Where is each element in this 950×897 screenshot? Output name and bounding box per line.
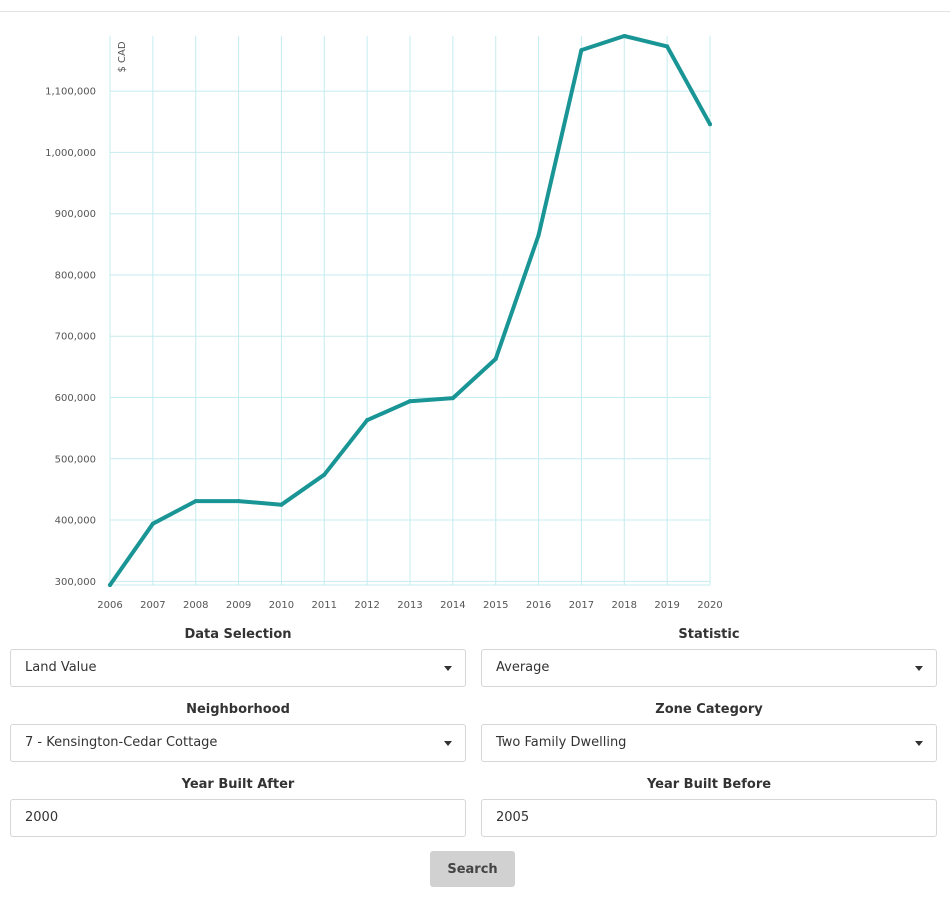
statistic-value: Average xyxy=(496,660,550,675)
x-tick-label: 2013 xyxy=(397,600,422,611)
data-point xyxy=(279,502,284,507)
chevron-down-icon xyxy=(444,666,452,671)
data-point xyxy=(450,396,455,401)
neighborhood-value: 7 - Kensington-Cedar Cottage xyxy=(25,735,218,750)
data-point xyxy=(236,499,241,504)
y-tick-label: 600,000 xyxy=(55,393,96,404)
y-tick-label: 800,000 xyxy=(55,270,96,281)
x-tick-label: 2006 xyxy=(97,600,122,611)
chevron-down-icon xyxy=(915,666,923,671)
year-built-after-value: 2000 xyxy=(25,810,59,825)
zone-category-label: Zone Category xyxy=(655,702,763,717)
search-button[interactable]: Search xyxy=(430,851,515,887)
year-built-before-label: Year Built Before xyxy=(646,777,772,792)
x-tick-label: 2014 xyxy=(440,600,465,611)
zone-category-dropdown[interactable]: Two Family Dwelling xyxy=(481,724,937,762)
neighborhood-label: Neighborhood xyxy=(186,702,290,717)
statistic-label: Statistic xyxy=(678,627,740,642)
x-tick-label: 2007 xyxy=(140,600,165,611)
year-built-after-label: Year Built After xyxy=(181,777,295,792)
x-tick-label: 2008 xyxy=(183,600,208,611)
x-tick-label: 2011 xyxy=(312,600,337,611)
statistic-dropdown[interactable]: Average xyxy=(481,649,937,687)
data-selection-label: Data Selection xyxy=(184,627,292,642)
x-axis-ticks: 2006 2007 2008 2009 2010 2011 2012 2013 2014 2015… xyxy=(97,600,722,611)
x-tick-label: 2012 xyxy=(354,600,379,611)
y-tick-label: 900,000 xyxy=(55,209,96,220)
year-built-after-input[interactable]: 2000 xyxy=(10,799,466,837)
year-built-before-value: 2005 xyxy=(496,810,530,825)
x-tick-label: 2017 xyxy=(569,600,594,611)
data-point xyxy=(193,499,198,504)
year-built-before-input[interactable]: 2005 xyxy=(481,799,937,837)
y-tick-label: 1,100,000 xyxy=(45,87,96,98)
x-tick-label: 2018 xyxy=(612,600,637,611)
x-tick-label: 2009 xyxy=(226,600,251,611)
y-tick-label: 300,000 xyxy=(55,577,96,588)
data-point xyxy=(493,356,498,361)
data-point xyxy=(665,44,670,49)
x-tick-label: 2016 xyxy=(526,600,551,611)
zone-category-value: Two Family Dwelling xyxy=(496,735,627,750)
x-tick-label: 2010 xyxy=(269,600,294,611)
y-tick-label: 400,000 xyxy=(55,516,96,527)
data-point xyxy=(322,472,327,477)
x-tick-label: 2015 xyxy=(483,600,508,611)
x-tick-label: 2019 xyxy=(654,600,679,611)
x-tick-label: 2020 xyxy=(697,600,722,611)
land-value-line-chart: 300,000 400,000 500,000 600,000 700,000 800,0… xyxy=(45,34,723,611)
data-point xyxy=(150,521,155,526)
data-selection-dropdown[interactable]: Land Value xyxy=(10,649,466,687)
data-point xyxy=(708,122,712,127)
y-tick-label: 700,000 xyxy=(55,332,96,343)
data-point xyxy=(579,48,584,53)
data-point xyxy=(108,583,112,587)
y-tick-label: 1,000,000 xyxy=(45,148,96,159)
y-axis-ticks: 300,000 400,000 500,000 600,000 700,000 800,0… xyxy=(45,87,96,588)
data-point xyxy=(536,233,541,238)
chevron-down-icon xyxy=(444,741,452,746)
data-point xyxy=(622,34,627,38)
data-point xyxy=(365,418,370,423)
neighborhood-dropdown[interactable]: 7 - Kensington-Cedar Cottage xyxy=(10,724,466,762)
y-axis-label: $ CAD xyxy=(117,41,128,72)
y-tick-label: 500,000 xyxy=(55,454,96,465)
data-selection-value: Land Value xyxy=(25,660,97,675)
data-point xyxy=(408,399,412,404)
chevron-down-icon xyxy=(915,741,923,746)
